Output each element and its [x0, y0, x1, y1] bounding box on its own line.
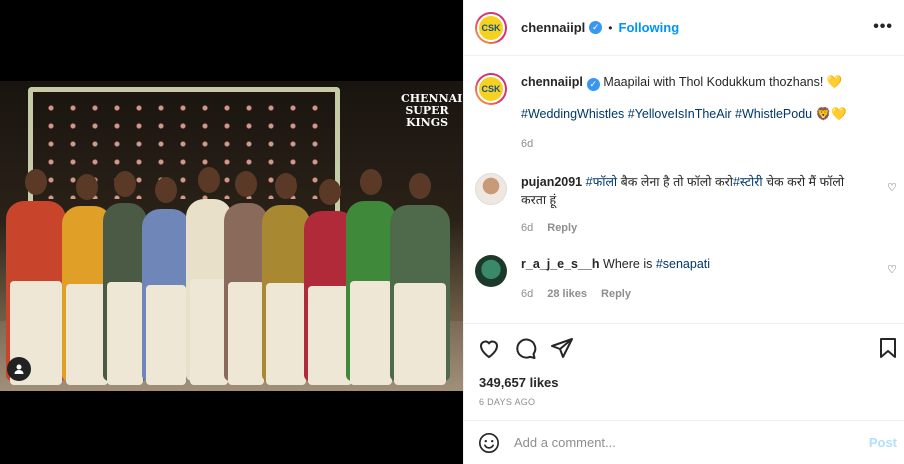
comment-hashtag[interactable]: #फॉलो [586, 175, 618, 189]
like-comment-heart-icon[interactable]: ♡ [887, 263, 897, 276]
person [6, 169, 66, 385]
caption-avatar[interactable]: CSK [475, 73, 507, 105]
comment-time[interactable]: 6d [521, 288, 533, 300]
caption-username[interactable]: chennaiipl [521, 75, 583, 89]
caption-time[interactable]: 6d [521, 138, 533, 150]
reply-button[interactable]: Reply [547, 222, 577, 234]
comment-bubble-icon[interactable] [513, 336, 537, 360]
caption: CSK chennaiipl ✓ Maapilai with Thol Koduk… [475, 73, 871, 153]
comment-item: r_a_j_e_s__h Where is #senapati 6d 28 lik… [475, 255, 871, 303]
more-options-icon[interactable]: ••• [873, 18, 893, 36]
person [390, 173, 450, 385]
person [103, 171, 147, 385]
post-media: CHENNAI SUPER KINGS [0, 0, 463, 464]
author-username[interactable]: chennaiipl [521, 20, 585, 35]
add-comment-bar: Post [464, 420, 904, 464]
comment-text: Where is [603, 257, 656, 271]
author-avatar[interactable]: CSK [475, 11, 507, 44]
person [346, 169, 396, 385]
caption-hashtags[interactable]: #WeddingWhistles #YelloveIsInTheAir #Whi… [521, 105, 871, 123]
comment-input[interactable] [514, 435, 844, 450]
post-header: CSK chennaiipl ✓ • Following ••• [464, 0, 904, 56]
tagged-users-icon[interactable] [7, 357, 31, 381]
like-heart-icon[interactable] [477, 336, 501, 360]
likes-count[interactable]: 349,657 likes [479, 375, 559, 390]
post-comment-button[interactable]: Post [869, 435, 897, 450]
comments-list: CSK chennaiipl ✓ Maapilai with Thol Koduk… [464, 57, 904, 323]
comment-text: बैक लेना है तो फॉलो करो [617, 175, 733, 189]
following-button[interactable]: Following [619, 20, 680, 35]
emoji-smiley-icon[interactable] [478, 432, 500, 454]
comment-username[interactable]: r_a_j_e_s__h [521, 257, 600, 271]
share-paper-plane-icon[interactable] [550, 336, 574, 360]
post-timestamp[interactable]: 6 DAYS AGO [479, 397, 535, 407]
commenter-avatar[interactable] [475, 173, 507, 205]
team-logo: CHENNAI SUPER KINGS [401, 92, 463, 130]
person [262, 173, 310, 385]
commenter-avatar[interactable] [475, 255, 507, 287]
comment-item: pujan2091 #फॉलो बैक लेना है तो फॉलो करो#… [475, 173, 871, 237]
post-photo[interactable]: CHENNAI SUPER KINGS [0, 81, 463, 391]
verified-badge-icon: ✓ [586, 78, 600, 91]
comment-username[interactable]: pujan2091 [521, 175, 582, 189]
post-actions: 349,657 likes 6 DAYS AGO [464, 323, 904, 419]
like-comment-heart-icon[interactable]: ♡ [887, 181, 897, 194]
reply-button[interactable]: Reply [601, 288, 631, 300]
person [142, 177, 190, 385]
save-bookmark-icon[interactable] [876, 336, 900, 360]
verified-badge-icon: ✓ [589, 21, 603, 34]
separator-dot: • [608, 20, 613, 35]
post-side-panel: CSK chennaiipl ✓ • Following ••• CSK che… [463, 0, 904, 464]
caption-text: Maapilai with Thol Kodukkum thozhans! 💛 [603, 75, 843, 89]
comment-time[interactable]: 6d [521, 222, 533, 234]
comment-hashtag[interactable]: #स्टोरी [733, 175, 763, 189]
comment-likes[interactable]: 28 likes [547, 288, 587, 300]
comment-hashtag[interactable]: #senapati [656, 257, 710, 271]
